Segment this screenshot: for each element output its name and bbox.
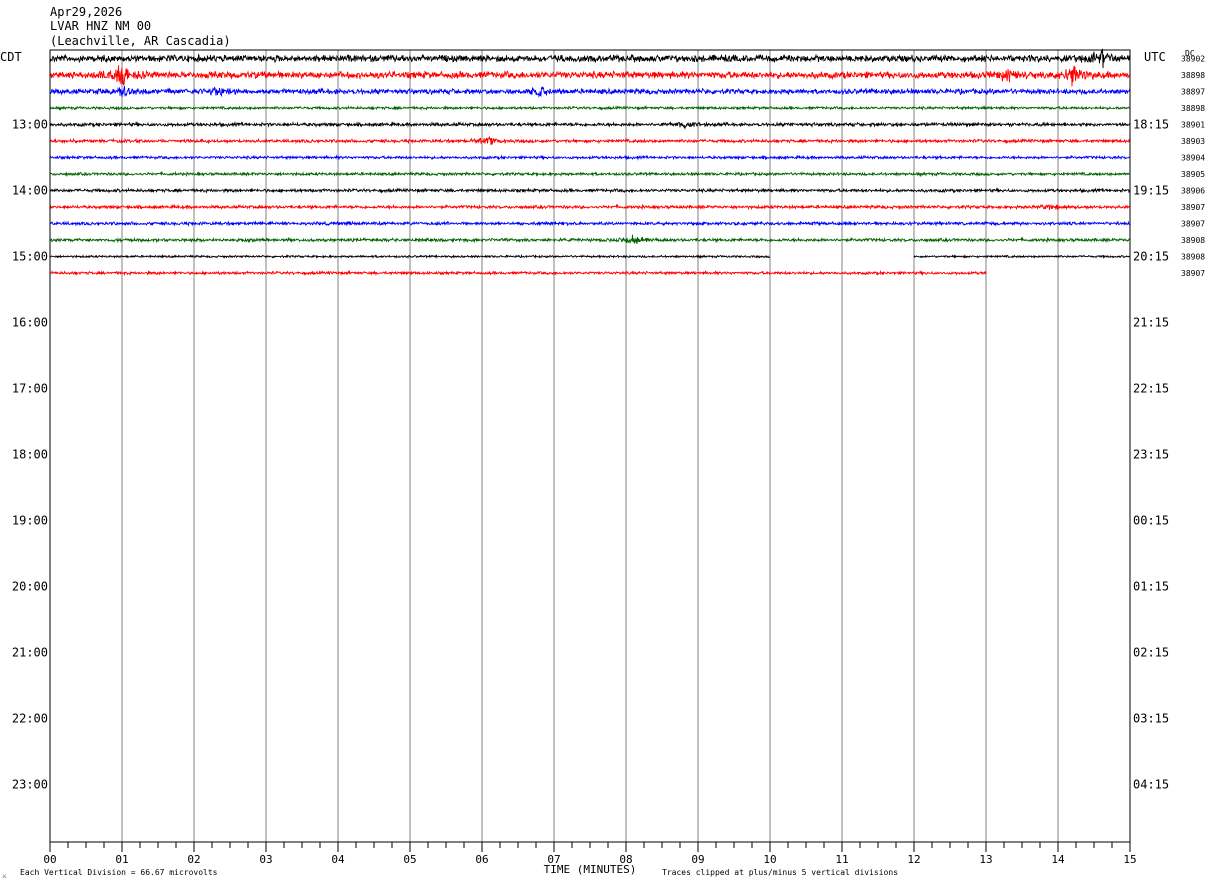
local-hour-label: 22:00 <box>12 712 48 726</box>
local-hour-label: 16:00 <box>12 316 48 330</box>
x-tick-label: 03 <box>259 853 272 866</box>
header-station: LVAR HNZ NM 00 <box>50 19 151 33</box>
left-timezone-label: CDT <box>0 50 22 64</box>
header-location: (Leachville, AR Cascadia) <box>50 34 231 48</box>
trace-row-13 <box>49 269 987 277</box>
utc-hour-label: 21:15 <box>1133 316 1169 330</box>
local-hour-label: 17:00 <box>12 382 48 396</box>
dc-label: 38905 <box>1181 170 1205 179</box>
dc-label: 38908 <box>1181 253 1205 262</box>
trace-row-5 <box>49 135 1131 146</box>
dc-label: 38901 <box>1181 121 1205 130</box>
local-hour-label: 15:00 <box>12 250 48 264</box>
utc-hour-label: 22:15 <box>1133 382 1169 396</box>
dc-label: 38898 <box>1181 104 1205 113</box>
local-hour-label: 14:00 <box>12 184 48 198</box>
local-hour-label: 23:00 <box>12 778 48 792</box>
local-hour-label: 20:00 <box>12 580 48 594</box>
right-timezone-label: UTC <box>1144 50 1166 64</box>
trace-row-8 <box>49 187 1131 194</box>
x-tick-label: 13 <box>979 853 992 866</box>
seismic-traces <box>49 48 1131 277</box>
dc-label: 38906 <box>1181 187 1205 196</box>
local-hour-labels: 13:00 14:00 15:00 16:00 17:00 18:00 19:00 20:00… <box>12 118 48 792</box>
header-date: Apr29,2026 <box>50 5 122 19</box>
x-tick-label: 10 <box>763 853 776 866</box>
x-axis-title: TIME (MINUTES) <box>544 863 637 876</box>
x-tick-label: 11 <box>835 853 848 866</box>
trace-row-7 <box>49 170 1131 178</box>
utc-hour-label: 19:15 <box>1133 184 1169 198</box>
utc-hour-label: 00:15 <box>1133 514 1169 528</box>
trace-row-9 <box>49 203 1131 211</box>
dc-label: 38907 <box>1181 203 1205 212</box>
x-tick-label: 09 <box>691 853 704 866</box>
scale-note: Each Vertical Division = 66.67 microvolt… <box>20 868 218 877</box>
utc-hour-label: 04:15 <box>1133 778 1169 792</box>
local-hour-label: 21:00 <box>12 646 48 660</box>
utc-hour-labels: 18:15 19:15 20:15 21:15 22:15 23:15 00:15 01:15… <box>1133 118 1169 792</box>
utc-hour-label: 18:15 <box>1133 118 1169 132</box>
x-tick-label: 06 <box>475 853 488 866</box>
x-tick-label: 02 <box>187 853 200 866</box>
dc-label: 38908 <box>1181 236 1205 245</box>
utc-hour-label: 23:15 <box>1133 448 1169 462</box>
dc-label: 38898 <box>1181 71 1205 80</box>
dc-label: 38907 <box>1181 269 1205 278</box>
dc-offset-labels: 38902 38898 38897 38898 38901 38903 38904 38905… <box>1181 55 1205 279</box>
dc-label: 38907 <box>1181 220 1205 229</box>
dc-label: 38897 <box>1181 88 1205 97</box>
trace-row-11 <box>49 234 1131 244</box>
corner-icon: ⚔ <box>2 871 7 880</box>
trace-row-0 <box>49 48 1131 69</box>
utc-hour-label: 20:15 <box>1133 250 1169 264</box>
trace-row-10 <box>49 220 1131 227</box>
local-hour-label: 18:00 <box>12 448 48 462</box>
trace-row-12-seg-1 <box>913 254 1131 259</box>
dc-label: 38904 <box>1181 154 1205 163</box>
trace-row-2 <box>49 85 1131 98</box>
x-tick-label: 00 <box>43 853 56 866</box>
x-tick-label: 14 <box>1051 853 1065 866</box>
x-tick-label: 15 <box>1123 853 1136 866</box>
trace-row-3 <box>49 105 1131 112</box>
x-tick-label: 05 <box>403 853 416 866</box>
plot-frame <box>49 49 1131 843</box>
x-tick-label: 01 <box>115 853 128 866</box>
dc-label: 38902 <box>1181 55 1205 64</box>
local-hour-label: 13:00 <box>12 118 48 132</box>
minute-gridlines <box>121 50 1059 842</box>
trace-row-6 <box>49 154 1131 161</box>
x-tick-label: 12 <box>907 853 920 866</box>
local-hour-label: 19:00 <box>12 514 48 528</box>
utc-hour-label: 03:15 <box>1133 712 1169 726</box>
x-tick-label: 04 <box>331 853 345 866</box>
clip-note: Traces clipped at plus/minus 5 vertical … <box>662 868 898 877</box>
trace-row-4 <box>49 120 1131 130</box>
utc-hour-label: 02:15 <box>1133 646 1169 660</box>
utc-hour-label: 01:15 <box>1133 580 1169 594</box>
dc-label: 38903 <box>1181 137 1205 146</box>
trace-row-1 <box>49 65 1131 87</box>
helicorder-chart: Apr29,2026 LVAR HNZ NM 00 (Leachville, A… <box>0 5 1205 880</box>
